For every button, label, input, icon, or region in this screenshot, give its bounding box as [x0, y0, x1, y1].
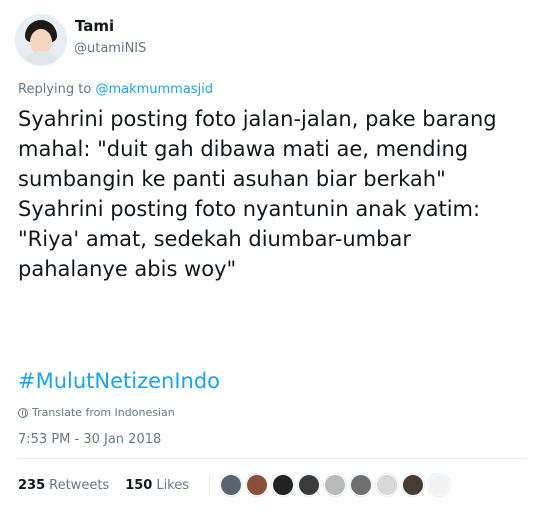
- liker-avatar[interactable]: [272, 474, 295, 496]
- retweets-label: Retweets: [49, 477, 110, 493]
- liker-avatars: [220, 474, 451, 496]
- translate-label: Translate from Indonesian: [32, 406, 175, 419]
- engagement-stats: 235 Retweets 150 Likes: [18, 474, 451, 496]
- likes-count: 150: [125, 477, 153, 493]
- divider: [18, 458, 526, 459]
- liker-avatar[interactable]: [324, 474, 347, 496]
- author-handle[interactable]: @utamiNIS: [74, 41, 146, 56]
- retweets-count: 235: [18, 477, 46, 493]
- tweet-card: Tami @utamiNIS Replying to @makmummasjid…: [0, 0, 540, 512]
- liker-avatar[interactable]: [376, 474, 399, 496]
- tweet-text: Syahrini posting foto jalan-jalan, pake …: [18, 107, 497, 281]
- likes-label: Likes: [156, 477, 190, 493]
- translate-button[interactable]: Translate from Indonesian: [18, 406, 175, 419]
- globe-icon: [18, 407, 28, 418]
- author-avatar[interactable]: [15, 14, 67, 66]
- likes-stat[interactable]: 150 Likes: [125, 478, 189, 493]
- liker-avatar[interactable]: [246, 474, 269, 496]
- tweet-timestamp[interactable]: 7:53 PM - 30 Jan 2018: [18, 432, 161, 447]
- liker-avatar[interactable]: [298, 474, 321, 496]
- liker-avatar[interactable]: [220, 474, 243, 496]
- retweets-stat[interactable]: 235 Retweets: [18, 478, 109, 493]
- mention-link[interactable]: @makmummasjid: [95, 82, 213, 97]
- avatar-scarf: [22, 51, 60, 65]
- liker-avatar[interactable]: [428, 474, 451, 496]
- liker-avatar[interactable]: [402, 474, 425, 496]
- replying-to-line: Replying to @makmummasjid: [18, 82, 213, 97]
- author-display-name[interactable]: Tami: [75, 17, 114, 35]
- replying-to-label: Replying to: [18, 82, 96, 97]
- stats-separator: [209, 474, 211, 496]
- hashtag-link[interactable]: #MulutNetizenIndo: [18, 369, 220, 393]
- liker-avatar[interactable]: [350, 474, 373, 496]
